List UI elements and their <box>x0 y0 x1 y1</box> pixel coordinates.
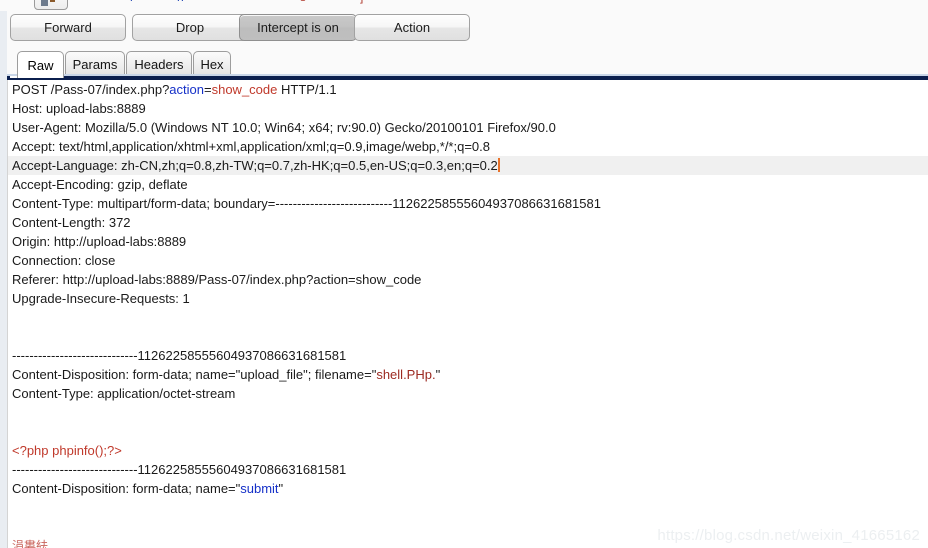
text-caret <box>497 158 500 172</box>
part1-content-disposition: Content-Disposition: form-data; name="up… <box>8 365 928 384</box>
php-payload: <?php phpinfo();?> <box>8 441 928 460</box>
multipart-boundary-mid: -----------------------------11262258555… <box>12 462 347 477</box>
tab-headers[interactable]: Headers <box>126 51 192 76</box>
header-accept-language-text: Accept-Language: zh-CN,zh;q=0.8,zh-TW;q=… <box>12 158 498 173</box>
request-method-path: POST /Pass-07/index.php? <box>12 82 170 97</box>
header-accept-language: Accept-Language: zh-CN,zh;q=0.8,zh-TW;q=… <box>8 156 928 175</box>
burp-proxy-intercept-window: r n s ] Forward Drop Intercept is on Act… <box>0 0 928 548</box>
part2-disposition-suffix: " <box>278 481 284 496</box>
header-content-length: Content-Length: 372 <box>12 215 131 230</box>
forward-button[interactable]: Forward <box>10 14 126 41</box>
request-protocol: HTTP/1.1 <box>277 82 337 97</box>
header-accept-encoding: Accept-Encoding: gzip, deflate <box>12 177 188 192</box>
sliver-fragment-2: n <box>177 0 184 4</box>
part2-content-disposition: Content-Disposition: form-data; name="su… <box>8 479 928 498</box>
sliver-fragment-4: ] <box>360 0 363 4</box>
tab-params[interactable]: Params <box>65 51 125 76</box>
header-accept: Accept: text/html,application/xhtml+xml,… <box>12 139 490 154</box>
document-icon <box>41 0 48 6</box>
raw-request-editor[interactable]: POST /Pass-07/index.php?action=show_code… <box>7 80 928 548</box>
submit-field-name: submit <box>240 481 279 496</box>
sliver-fragment-3: s <box>300 0 306 4</box>
intercept-toolbar: Forward Drop Intercept is on Action <box>7 11 928 46</box>
query-param-value: show_code <box>211 82 278 97</box>
previous-toolbar-button[interactable] <box>34 0 68 10</box>
message-view-tabs: Raw Params Headers Hex <box>7 49 928 78</box>
watermark: https://blog.csdn.net/weixin_41665162 <box>657 527 920 544</box>
sliver-fragment-1: r <box>130 0 134 4</box>
header-upgrade-insecure-requests: Upgrade-Insecure-Requests: 1 <box>12 291 190 306</box>
header-origin: Origin: http://upload-labs:8889 <box>12 234 187 249</box>
header-connection: Connection: close <box>12 253 116 268</box>
header-referer: Referer: http://upload-labs:8889/Pass-07… <box>12 272 422 287</box>
query-equals: = <box>204 82 212 97</box>
php-payload-text: <?php phpinfo();?> <box>12 443 122 458</box>
part1-disposition-suffix: " <box>435 367 441 382</box>
tab-raw[interactable]: Raw <box>17 51 64 78</box>
arrow-icon <box>50 0 55 2</box>
request-line: POST /Pass-07/index.php?action=show_code… <box>8 80 928 99</box>
query-param-name: action <box>169 82 204 97</box>
part2-disposition-prefix: Content-Disposition: form-data; name=" <box>12 481 241 496</box>
multipart-boundary-open: -----------------------------11262258555… <box>12 348 347 363</box>
uploaded-filename: shell.PHp. <box>376 367 436 382</box>
left-rail <box>0 11 7 548</box>
window-top-sliver: r n s ] <box>0 0 928 11</box>
intercept-toggle-button[interactable]: Intercept is on <box>239 14 357 41</box>
action-button[interactable]: Action <box>354 14 470 41</box>
part1-content-type: Content-Type: application/octet-stream <box>12 386 236 401</box>
part1-disposition-prefix: Content-Disposition: form-data; name="up… <box>12 367 377 382</box>
tab-hex[interactable]: Hex <box>193 51 231 76</box>
header-user-agent: User-Agent: Mozilla/5.0 (Windows NT 10.0… <box>12 120 556 135</box>
header-content-type: Content-Type: multipart/form-data; bound… <box>12 196 601 211</box>
part2-value-text: 涓婁紶 <box>12 539 49 548</box>
drop-button[interactable]: Drop <box>132 14 248 41</box>
header-host: Host: upload-labs:8889 <box>12 101 146 116</box>
